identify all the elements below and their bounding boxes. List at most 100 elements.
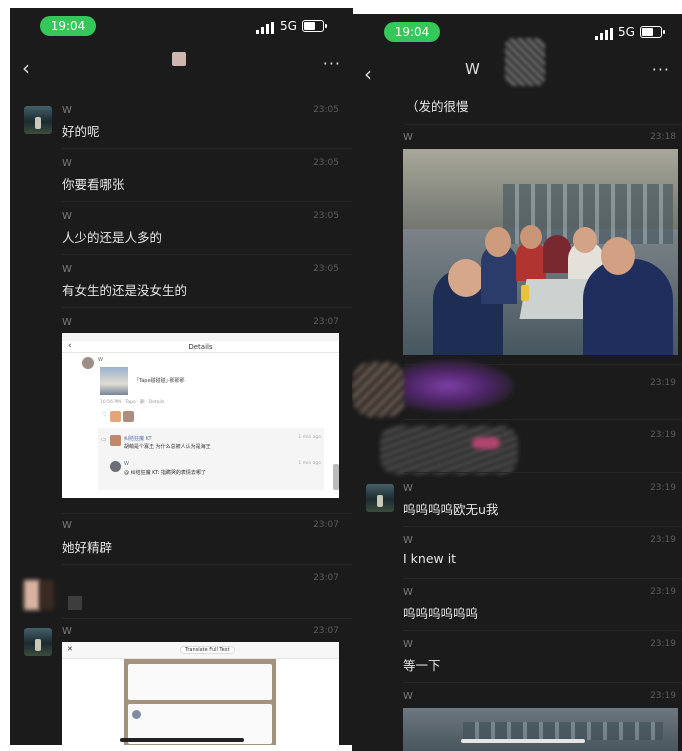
- network-label: 5G: [280, 19, 297, 33]
- message-time: 23:05: [313, 105, 339, 115]
- message-sender: W: [403, 587, 413, 598]
- comment-name: W: [124, 461, 129, 467]
- avatar[interactable]: [366, 484, 394, 512]
- photo-tables: [463, 722, 663, 740]
- message-text[interactable]: 有女生的还是没女生的: [62, 280, 187, 299]
- message-sender: W: [62, 317, 72, 328]
- group-photo[interactable]: [403, 149, 678, 355]
- right-chat-screen: 19:04 5G ‹ W ··· （发的很慢 W 23:18 23:19 23:…: [352, 14, 682, 751]
- divider: [404, 472, 682, 473]
- message-text[interactable]: 呜呜呜呜欧无u我: [403, 499, 498, 518]
- comment-time: 1 min ago: [298, 435, 321, 440]
- avatar[interactable]: [24, 106, 52, 134]
- message-text[interactable]: 呜呜呜呜呜呜: [403, 603, 478, 622]
- message-time: 23:07: [313, 626, 339, 636]
- close-icon: ✕: [67, 645, 73, 653]
- signal-icon: [256, 22, 276, 34]
- message-sender: W: [62, 264, 72, 275]
- photo-face: [601, 237, 635, 275]
- message-sender: W: [403, 639, 413, 650]
- nav-bar: ‹ W ···: [352, 38, 682, 96]
- message-text[interactable]: 你要看哪张: [62, 174, 125, 193]
- photo-face: [448, 259, 484, 297]
- message-text[interactable]: 等一下: [403, 655, 441, 674]
- liker-avatar: [110, 411, 121, 422]
- home-indicator: [461, 739, 585, 743]
- avatar: [110, 435, 121, 446]
- divider: [62, 148, 353, 149]
- redacted-content: [472, 437, 500, 449]
- home-indicator: [120, 738, 244, 742]
- redacted-avatar: [352, 362, 407, 417]
- message-text[interactable]: I knew it: [403, 551, 456, 566]
- comment-icon: ▭: [101, 436, 107, 443]
- liker-avatar: [123, 411, 134, 422]
- message-text[interactable]: （发的很慢: [406, 96, 469, 115]
- photo-face: [520, 225, 542, 249]
- divider: [62, 254, 353, 255]
- message-time: 23:19: [650, 587, 676, 597]
- more-button[interactable]: ···: [323, 54, 341, 73]
- message-text[interactable]: 她好精辟: [62, 537, 112, 556]
- message-text[interactable]: 人少的还是人多的: [62, 227, 162, 246]
- screenshot-image[interactable]: ‹ Details W 「Tape碰碰碰」·那那那 10:56 PM · Tap…: [62, 333, 339, 498]
- avatar[interactable]: [24, 628, 52, 656]
- divider: [404, 124, 682, 125]
- like-icon: ♡: [102, 411, 108, 418]
- avatar: [82, 357, 94, 369]
- photo-person: [543, 235, 571, 273]
- nav-bar: ‹ ···: [10, 46, 353, 90]
- message-time: 23:07: [313, 317, 339, 327]
- message-time: 23:07: [313, 573, 339, 583]
- network-label: 5G: [618, 25, 635, 39]
- status-time: 19:04: [40, 16, 96, 36]
- image-title: Details: [188, 343, 213, 351]
- message-sender: W: [62, 158, 72, 169]
- post-meta: 10:56 PM · Tape · 删 · Details: [100, 400, 165, 405]
- photo-face: [485, 227, 511, 257]
- message-time: 23:05: [313, 158, 339, 168]
- message-time: 23:19: [650, 535, 676, 545]
- chat-title: W: [465, 60, 480, 78]
- message-time: 23:19: [650, 378, 676, 388]
- signal-icon: [595, 28, 615, 40]
- back-button[interactable]: ‹: [364, 62, 372, 86]
- message-sender: W: [403, 535, 413, 546]
- redacted-content: [68, 596, 82, 610]
- divider: [403, 526, 682, 527]
- comment-name: 纠结狂魔 KT: [124, 436, 152, 442]
- image-statusbar: [62, 333, 339, 341]
- image-card: [128, 664, 272, 700]
- back-button[interactable]: ‹: [22, 56, 30, 80]
- divider: [62, 352, 339, 353]
- message-sender: W: [403, 132, 413, 143]
- screenshot-image[interactable]: ✕ Translate Full Text: [62, 642, 339, 745]
- message-sender: W: [62, 626, 72, 637]
- comment-time: 1 min ago: [298, 461, 321, 466]
- contact-avatar-small: [172, 52, 186, 66]
- message-sender: W: [62, 211, 72, 222]
- post-sender: W: [98, 357, 103, 363]
- photo-bottle: [521, 285, 529, 301]
- divider: [404, 419, 682, 420]
- comment-text: 胡萌是个寡王 为什么总被人认为是海王: [124, 444, 211, 450]
- message-time: 23:19: [650, 639, 676, 649]
- status-time: 19:04: [384, 22, 440, 42]
- message-sender: W: [62, 105, 72, 116]
- message-time: 23:19: [650, 483, 676, 493]
- message-text[interactable]: 好的呢: [62, 121, 100, 140]
- message-time: 23:18: [650, 132, 676, 142]
- status-bar: 19:04 5G: [10, 8, 353, 46]
- divider: [62, 618, 353, 619]
- left-chat-screen: 19:04 5G ‹ ··· W 23:05 好的呢 W 23:05 你要看哪张…: [10, 8, 353, 745]
- message-sender: W: [403, 483, 413, 494]
- battery-icon: [302, 20, 327, 32]
- photo-person: [583, 259, 673, 355]
- divider: [403, 630, 682, 631]
- message-time: 23:05: [313, 264, 339, 274]
- redacted-avatar: [40, 580, 54, 610]
- more-button[interactable]: ···: [652, 60, 670, 79]
- message-time: 23:19: [650, 430, 676, 440]
- translate-button: Translate Full Text: [180, 646, 235, 654]
- divider: [403, 578, 682, 579]
